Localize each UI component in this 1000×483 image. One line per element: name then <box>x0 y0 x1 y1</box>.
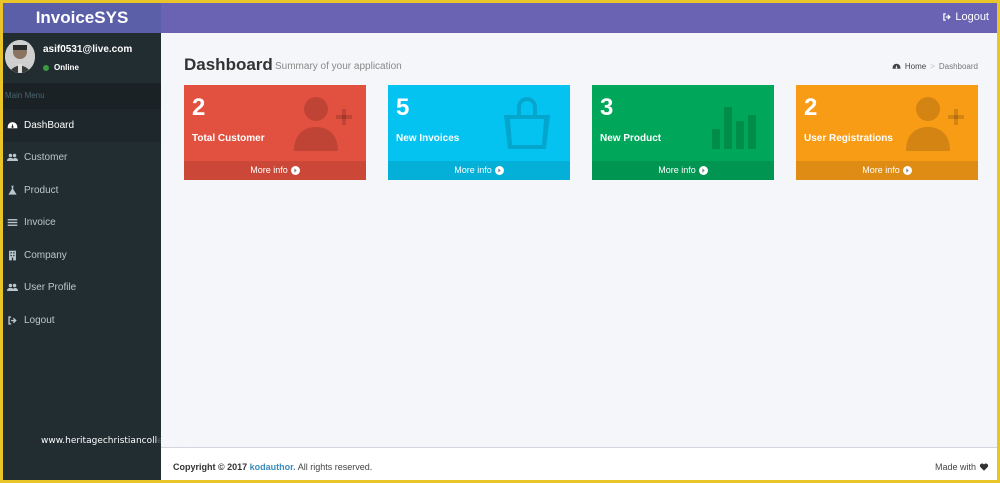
more-info-link[interactable]: More info <box>592 161 774 180</box>
avatar <box>5 40 35 73</box>
logout-button[interactable]: Logout <box>942 11 989 23</box>
sidebar-item-label: Logout <box>24 314 55 326</box>
sidebar-item-product[interactable]: Product <box>3 174 161 207</box>
copyright-prefix: Copyright © 2017 <box>173 462 248 472</box>
sidebar-item-label: DashBoard <box>24 119 75 131</box>
users-icon <box>7 283 18 292</box>
sidebar: asif0531@live.com Online Main Menu DashB… <box>3 33 161 480</box>
watermark-main: www.heritagechristiancoll <box>41 436 158 446</box>
breadcrumb-current: Dashboard <box>938 62 978 71</box>
arrow-circle-right-icon <box>290 166 300 175</box>
users-icon <box>7 153 18 162</box>
footer: Copyright © 2017 kodauthor. All rights r… <box>161 447 997 480</box>
user-status-label: Online <box>54 63 79 72</box>
more-info-link[interactable]: More info <box>184 161 366 180</box>
app-frame: InvoiceSYS Logout asif0531@live.com Onli… <box>3 3 997 480</box>
stat-count: 3 <box>600 94 614 121</box>
stat-label: User Registrations <box>804 133 893 144</box>
sign-out-icon <box>8 316 17 325</box>
made-with-label: Made with <box>934 462 976 472</box>
stat-count: 2 <box>804 94 818 121</box>
user-panel: asif0531@live.com Online <box>3 33 161 83</box>
arrow-circle-right-icon <box>698 166 708 175</box>
logout-label: Logout <box>955 11 989 23</box>
arrow-circle-right-icon <box>902 166 912 175</box>
sidebar-item-label: Product <box>24 184 59 196</box>
sidebar-item-customer[interactable]: Customer <box>3 142 161 175</box>
more-info-label: More info <box>250 165 288 175</box>
sidebar-item-logout[interactable]: Logout <box>3 304 161 337</box>
sidebar-item-dashboard[interactable]: DashBoard <box>3 109 161 142</box>
dashboard-icon <box>7 121 18 128</box>
sidebar-item-invoice[interactable]: Invoice <box>3 207 161 240</box>
dashboard-icon <box>892 63 901 69</box>
footer-copyright: Copyright © 2017 kodauthor. All rights r… <box>173 462 372 472</box>
page-subtitle: Summary of your application <box>275 61 402 72</box>
stat-count: 5 <box>396 94 410 121</box>
online-status-icon <box>43 64 49 71</box>
app-logo[interactable]: InvoiceSYS <box>3 3 161 33</box>
menu-header: Main Menu <box>3 83 161 109</box>
bar-chart-icon <box>712 107 756 149</box>
author-link[interactable]: kodauthor. <box>250 462 296 472</box>
sidebar-item-label: Invoice <box>24 217 56 229</box>
stat-box-new-product: 3 New Product More info <box>592 85 774 180</box>
more-info-link[interactable]: More info <box>796 161 978 180</box>
stat-label: New Invoices <box>396 133 460 144</box>
stat-box-total-customer: 2 Total Customer More info <box>184 85 366 180</box>
more-info-link[interactable]: More info <box>388 161 570 180</box>
sidebar-item-label: Customer <box>24 152 68 164</box>
sidebar-item-company[interactable]: Company <box>3 239 161 272</box>
shopping-bag-icon <box>504 97 550 149</box>
stat-box-user-registrations: 2 User Registrations More info <box>796 85 978 180</box>
user-plus-icon <box>906 97 964 151</box>
footer-made-with: Made with <box>935 462 989 472</box>
user-plus-icon <box>294 97 352 151</box>
copyright-rights: All rights reserved. <box>297 462 373 472</box>
sidebar-item-label: User Profile <box>24 282 77 294</box>
page-title: Dashboard <box>184 55 273 74</box>
sidebar-item-label: Company <box>24 249 67 261</box>
watermark-text: www.heritagechristiancollege.com <box>41 436 196 446</box>
flask-icon <box>8 185 17 195</box>
more-info-label: More info <box>454 165 492 175</box>
building-icon <box>9 250 16 261</box>
breadcrumb-home[interactable]: Home <box>905 62 926 71</box>
watermark-faded: ege.com <box>157 436 196 446</box>
sign-out-icon <box>943 13 952 21</box>
user-email: asif0531@live.com <box>43 44 133 55</box>
breadcrumb-separator: > <box>930 62 935 71</box>
top-navbar: Logout <box>161 3 997 33</box>
sidebar-item-user-profile[interactable]: User Profile <box>3 272 161 305</box>
stat-label: Total Customer <box>192 133 265 144</box>
heart-icon <box>979 463 989 471</box>
list-icon <box>7 219 18 227</box>
stat-label: New Product <box>600 133 662 144</box>
arrow-circle-right-icon <box>494 166 504 175</box>
breadcrumb: Home > Dashboard <box>892 62 978 71</box>
more-info-label: More info <box>658 165 696 175</box>
user-status: Online <box>43 63 79 72</box>
stat-count: 2 <box>192 94 206 121</box>
more-info-label: More info <box>862 165 900 175</box>
stat-box-new-invoices: 5 New Invoices More info <box>388 85 570 180</box>
